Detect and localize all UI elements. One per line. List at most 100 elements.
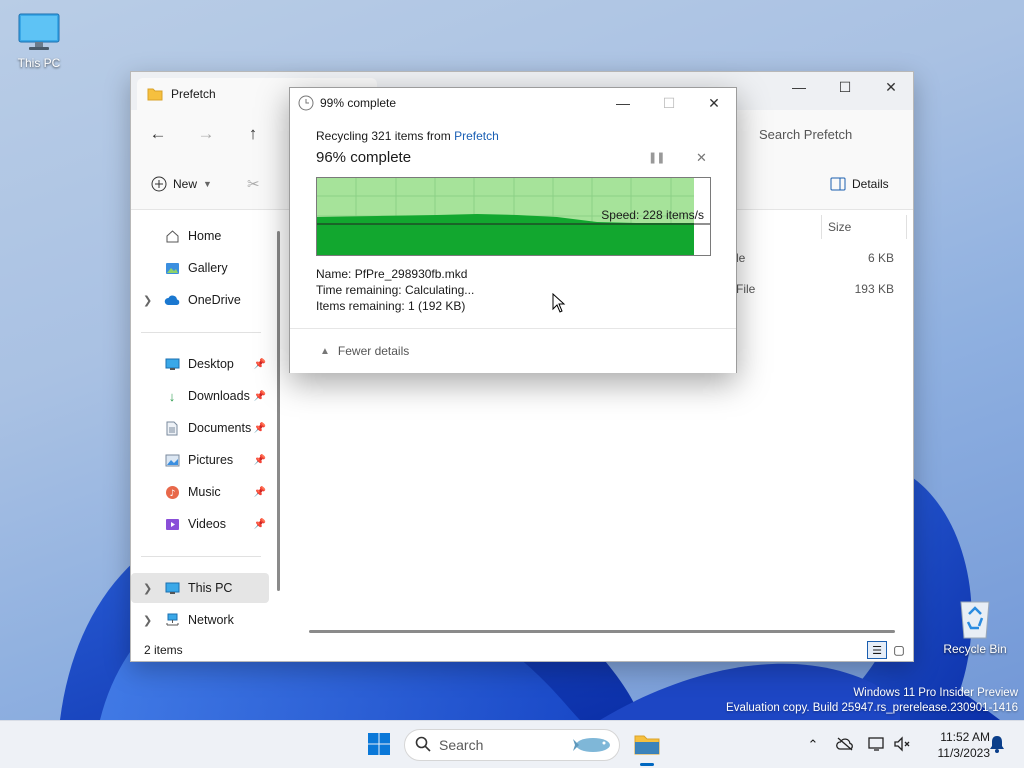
cancel-button[interactable]: ✕ xyxy=(696,150,707,166)
taskbar: Search ⌃ 11:52 AM 11/3/2023 xyxy=(0,720,1024,768)
sidebar-item-label: Videos xyxy=(188,517,226,531)
desktop-icon-recycle-bin[interactable]: Recycle Bin xyxy=(943,596,1007,656)
chevron-down-icon: ▼ xyxy=(203,179,212,189)
sidebar-item-this-pc[interactable]: ❯ This PC xyxy=(131,573,269,603)
sidebar-item-music[interactable]: ♪ Music 📌 xyxy=(131,477,269,507)
sidebar-item-videos[interactable]: Videos 📌 xyxy=(131,509,269,539)
cut-button[interactable]: ✂ xyxy=(247,175,260,193)
sidebar-item-label: This PC xyxy=(188,581,233,595)
active-app-indicator xyxy=(640,763,654,766)
sidebar-item-network[interactable]: ❯ Network xyxy=(131,605,269,635)
pause-button[interactable]: ❚❚ xyxy=(648,151,665,164)
cloud-offline-button[interactable] xyxy=(834,721,856,768)
table-row[interactable]: le 6 KB xyxy=(726,249,906,271)
table-row[interactable]: File 193 KB xyxy=(726,280,906,302)
pictures-icon xyxy=(164,452,180,468)
name-label: Name: xyxy=(316,267,352,281)
desktop-icon-this-pc[interactable]: This PC xyxy=(7,12,71,70)
network-status-icon xyxy=(868,736,886,755)
minimize-button[interactable]: — xyxy=(600,88,646,118)
forward-button[interactable]: → xyxy=(193,122,219,146)
search-input[interactable]: Search Prefetch xyxy=(731,118,907,150)
close-icon: ✕ xyxy=(885,78,897,95)
taskbar-clock[interactable]: 11:52 AM 11/3/2023 xyxy=(918,729,991,761)
details-pane-button[interactable]: Details xyxy=(830,176,889,192)
pin-icon: 📌 xyxy=(253,358,266,370)
sidebar-item-label: Downloads xyxy=(188,389,250,403)
pin-icon: 📌 xyxy=(253,422,266,434)
music-icon: ♪ xyxy=(164,484,180,500)
new-button[interactable]: New ▼ xyxy=(151,176,212,192)
sidebar-item-documents[interactable]: Documents 📌 xyxy=(131,413,269,443)
watermark-line-1: Windows 11 Pro Insider Preview xyxy=(853,687,1018,699)
download-icon: ↓ xyxy=(168,388,176,404)
dialog-title: 99% complete xyxy=(320,96,397,110)
details-label: Details xyxy=(852,177,889,191)
speed-graph: Speed: 228 items/s xyxy=(316,177,711,256)
back-button[interactable]: ← xyxy=(145,122,171,146)
percent-complete: 96% complete xyxy=(316,149,412,166)
fewer-details-button[interactable]: ▲ Fewer details xyxy=(290,328,736,373)
windows-logo-icon xyxy=(367,732,391,759)
search-placeholder: Search xyxy=(439,737,484,753)
close-button[interactable]: ✕ xyxy=(691,88,737,118)
tiles-view-button[interactable]: ▢ xyxy=(889,641,909,659)
sidebar-item-label: OneDrive xyxy=(188,293,241,307)
chevron-right-icon[interactable]: ❯ xyxy=(143,294,152,307)
row-type: le xyxy=(736,251,746,265)
sidebar-item-label: Pictures xyxy=(188,453,234,467)
volume-button[interactable] xyxy=(891,721,913,768)
sidebar-item-label: Network xyxy=(188,613,234,627)
bell-icon xyxy=(989,735,1005,756)
maximize-button[interactable]: ☐ xyxy=(646,88,692,118)
desktop-icon xyxy=(164,356,180,372)
detail-time: Time remaining: Calculating... xyxy=(316,283,474,297)
sidebar-scrollbar[interactable] xyxy=(277,231,280,591)
sidebar-item-pictures[interactable]: Pictures 📌 xyxy=(131,445,269,475)
operation-summary: Recycling 321 items from Prefetch xyxy=(316,129,499,143)
folder-icon xyxy=(147,86,163,102)
sidebar-item-home[interactable]: Home xyxy=(131,221,269,251)
sidebar-divider xyxy=(141,556,261,557)
plus-circle-icon xyxy=(151,176,167,192)
taskbar-file-explorer[interactable] xyxy=(630,721,664,768)
start-button[interactable] xyxy=(362,721,396,768)
close-button[interactable]: ✕ xyxy=(868,72,914,102)
details-view-button[interactable]: ☰ xyxy=(867,641,887,659)
name-value: PfPre_298930fb.mkd xyxy=(354,267,468,281)
sidebar-item-onedrive[interactable]: ❯ OneDrive xyxy=(131,285,269,315)
sidebar-item-label: Music xyxy=(188,485,221,499)
show-hidden-icons-button[interactable]: ⌃ xyxy=(802,721,824,768)
sidebar-item-label: Home xyxy=(188,229,222,243)
minimize-button[interactable]: — xyxy=(776,72,822,102)
details-pane-icon xyxy=(830,176,846,192)
chevron-up-icon: ⌃ xyxy=(807,737,819,752)
maximize-button[interactable]: ☐ xyxy=(822,72,868,102)
column-header-size[interactable]: Size xyxy=(828,220,851,240)
chevron-right-icon[interactable]: ❯ xyxy=(143,582,152,595)
cloud-icon xyxy=(164,292,180,308)
sidebar-item-desktop[interactable]: Desktop 📌 xyxy=(131,349,269,379)
items-label: Items remaining: xyxy=(316,299,405,313)
dialog-titlebar: 99% complete — ☐ ✕ xyxy=(290,88,736,118)
minimize-icon: — xyxy=(616,95,630,111)
watermark-line-2: Evaluation copy. Build 25947.rs_prerelea… xyxy=(726,702,1018,714)
row-type: File xyxy=(736,282,756,296)
monitor-icon xyxy=(164,580,180,596)
sidebar-item-downloads[interactable]: ↓ Downloads 📌 xyxy=(131,381,269,411)
up-button[interactable]: ↑ xyxy=(240,122,266,146)
scissors-icon: ✂ xyxy=(247,176,260,193)
folder-icon xyxy=(634,733,660,758)
notifications-button[interactable] xyxy=(986,721,1008,768)
items-value: 1 (192 KB) xyxy=(408,299,466,313)
search-highlight-icon xyxy=(573,733,613,760)
chevron-up-icon: ▲ xyxy=(320,345,330,357)
navigation-pane: Home Gallery ❯ OneDrive Desktop 📌 ↓ Down… xyxy=(131,211,277,641)
sidebar-item-gallery[interactable]: Gallery xyxy=(131,253,269,283)
time-label: Time remaining: xyxy=(316,283,402,297)
horizontal-scrollbar[interactable] xyxy=(309,630,895,633)
taskbar-search-input[interactable]: Search xyxy=(404,729,620,761)
source-folder-link[interactable]: Prefetch xyxy=(454,129,499,143)
chevron-right-icon[interactable]: ❯ xyxy=(143,614,152,627)
network-status-button[interactable] xyxy=(866,721,888,768)
